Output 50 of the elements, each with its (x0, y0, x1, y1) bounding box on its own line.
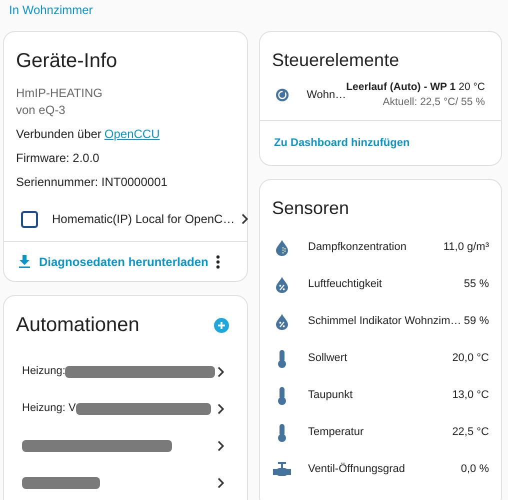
sensor-name[interactable]: Dampfkonzentration (308, 239, 406, 256)
sensor-name[interactable]: Sollwert (308, 350, 348, 367)
entity-name: Wohn… (306, 88, 346, 103)
firmware-text: Firmware: 2.0.0 (16, 150, 100, 166)
sensor-name[interactable]: Taupunkt (308, 387, 353, 404)
sensor-name[interactable]: Luftfeuchtigkeit (308, 276, 382, 293)
current-reading: Aktuell: 22,5 °C/ 55 % (382, 95, 485, 110)
sensor-value: 22,5 °C (452, 425, 489, 440)
valve-icon (273, 462, 291, 478)
sensor-value: 59 % (464, 314, 489, 330)
water-drop-icon (276, 240, 288, 256)
card-title: Geräte-Info (15, 49, 118, 73)
sensor-value: 0,0 % (460, 462, 489, 478)
sensor-value: 20,0 °C (452, 351, 489, 366)
automation-item[interactable]: Heizung: (4, 353, 247, 390)
sensor-value: 13,0 °C (452, 388, 489, 404)
chevron-right-icon (240, 213, 249, 225)
manufacturer-text: von eQ-3 (16, 102, 66, 118)
water-drop-icon (276, 314, 288, 330)
thermometer-icon (277, 424, 287, 442)
sensor-name[interactable]: Temperatur (308, 424, 364, 441)
thermometer-icon (277, 350, 287, 368)
chevron-right-icon (217, 476, 225, 488)
more-options-icon[interactable] (216, 254, 220, 268)
automation-name: Heizung: V (22, 401, 76, 416)
chevron-right-icon (217, 402, 225, 414)
connected-label: Verbunden über (16, 126, 102, 142)
model-text: HmIP-HEATING (16, 85, 102, 101)
sensor-value: 55 % (464, 277, 489, 292)
thermostat-icon (276, 87, 289, 103)
hvac-state: Leerlauf (Auto) - WP 1 (346, 80, 456, 95)
integration-row[interactable]: Homematic(IP) Local for OpenC… (4, 208, 247, 230)
water-drop-icon (276, 276, 288, 292)
sensor-name[interactable]: Ventil-Öffnungsgrad (308, 461, 406, 478)
chevron-right-icon (217, 440, 225, 452)
card-title: Automationen (16, 313, 140, 337)
chevron-right-icon (217, 366, 225, 378)
automation-item[interactable]: Heizung: V (4, 390, 247, 427)
target-temperature: 20 °C (458, 80, 485, 95)
serial-number-text: Seriennummer: INT0000001 (16, 174, 168, 190)
integration-logo-icon (21, 210, 38, 228)
thermometer-icon (277, 386, 287, 404)
card-title: Steuerelemente (271, 49, 400, 71)
add-icon[interactable] (214, 318, 229, 332)
card-title: Sensoren (271, 197, 350, 219)
sensor-name[interactable]: Schimmel Indikator Wohnzim… (308, 313, 462, 330)
sensor-value: 11,0 g/m³ (443, 240, 489, 256)
integration-name: Homematic(IP) Local for OpenC… (52, 211, 235, 228)
download-icon (19, 255, 30, 268)
automation-name: Heizung: (22, 364, 66, 380)
